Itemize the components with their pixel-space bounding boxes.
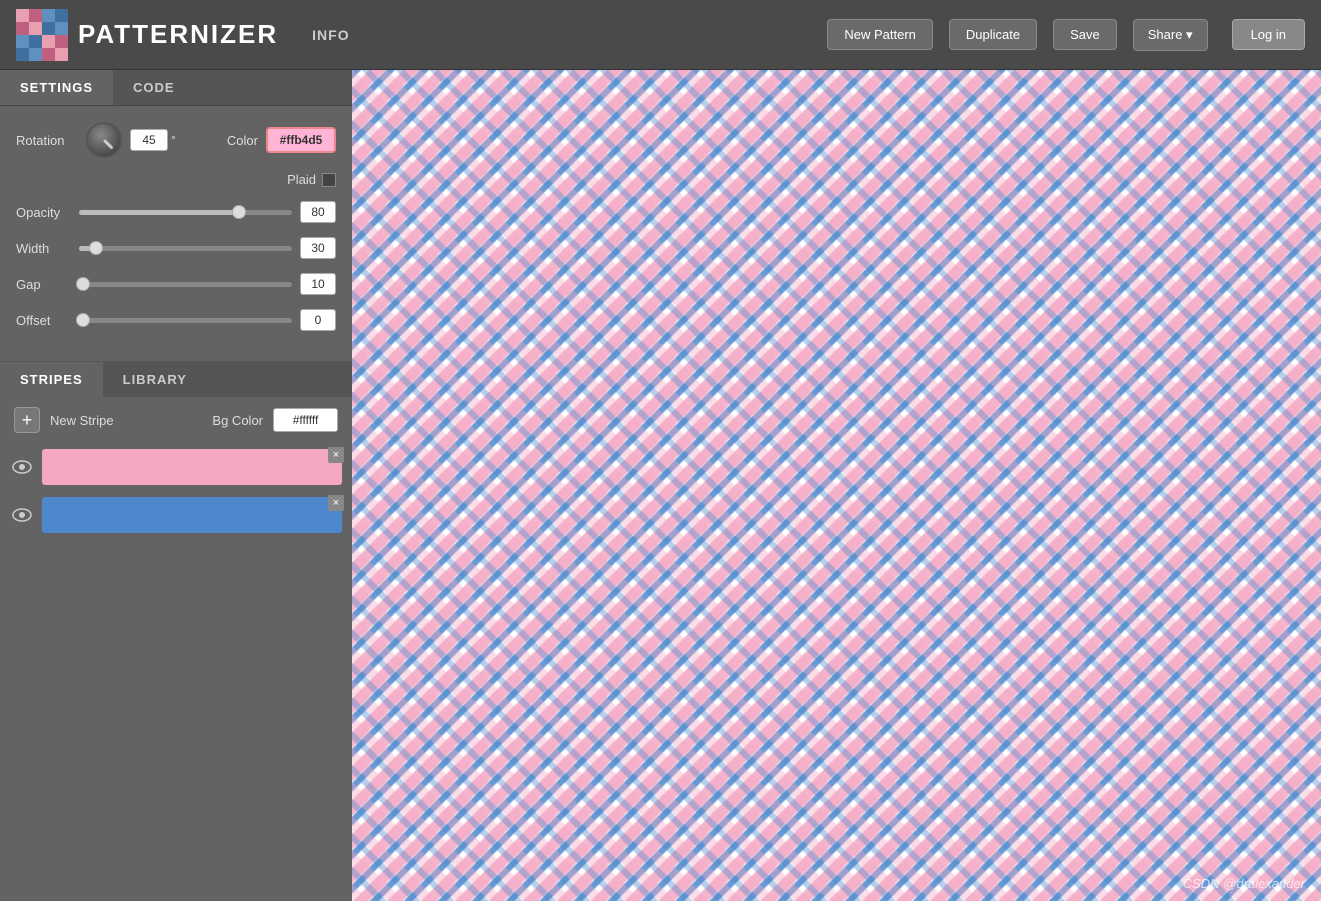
color-area: Color #ffb4d5 [227, 127, 336, 153]
logo-text: PATTERNIZER [78, 19, 278, 50]
offset-label: Offset [16, 313, 71, 328]
stripe-visibility-toggle[interactable] [10, 503, 34, 527]
stripes-tabs: STRIPES LIBRARY [0, 362, 352, 397]
gap-slider-thumb[interactable] [76, 277, 90, 291]
gap-row: Gap 10 [16, 273, 336, 295]
opacity-slider-thumb[interactable] [232, 205, 246, 219]
tab-code[interactable]: CODE [113, 70, 195, 105]
bg-color-input[interactable]: #ffffff [273, 408, 338, 432]
width-value[interactable]: 30 [300, 237, 336, 259]
opacity-value[interactable]: 80 [300, 201, 336, 223]
eye-icon [12, 460, 32, 474]
header: PATTERNIZER INFO New Pattern Duplicate S… [0, 0, 1321, 70]
tab-library[interactable]: LIBRARY [103, 362, 207, 397]
rotation-value[interactable]: 45 [130, 129, 168, 151]
save-button[interactable]: Save [1053, 19, 1117, 50]
offset-value[interactable]: 0 [300, 309, 336, 331]
info-button[interactable]: INFO [304, 23, 357, 47]
new-pattern-button[interactable]: New Pattern [827, 19, 933, 50]
settings-tabs: SETTINGS CODE [0, 70, 352, 106]
offset-slider-track[interactable] [79, 318, 292, 323]
opacity-row: Opacity 80 [16, 201, 336, 223]
stripe-close-button[interactable]: × [328, 495, 344, 511]
sidebar: SETTINGS CODE Rotation 45 ° Color #ffb4d… [0, 70, 352, 901]
rotation-label: Rotation [16, 133, 86, 148]
stripe-color-bar[interactable] [42, 449, 342, 485]
plaid-row: Plaid [16, 172, 336, 187]
rotation-color-row: Rotation 45 ° Color #ffb4d5 [16, 122, 336, 158]
color-input[interactable]: #ffb4d5 [266, 127, 336, 153]
width-label: Width [16, 241, 71, 256]
stripe-color-bar[interactable] [42, 497, 342, 533]
offset-slider-thumb[interactable] [76, 313, 90, 327]
offset-row: Offset 0 [16, 309, 336, 331]
opacity-label: Opacity [16, 205, 71, 220]
gap-label: Gap [16, 277, 71, 292]
stripe-visibility-toggle[interactable] [10, 455, 34, 479]
canvas-area: CSDN @dralexander [352, 70, 1321, 901]
gap-value[interactable]: 10 [300, 273, 336, 295]
share-button[interactable]: Share ▾ [1133, 19, 1208, 51]
rotation-knob[interactable] [86, 122, 122, 158]
stripes-toolbar: + New Stripe Bg Color #ffffff [0, 397, 352, 443]
width-row: Width 30 [16, 237, 336, 259]
gap-slider-track[interactable] [79, 282, 292, 287]
eye-icon [12, 508, 32, 522]
login-button[interactable]: Log in [1232, 19, 1305, 50]
duplicate-button[interactable]: Duplicate [949, 19, 1037, 50]
width-slider-track[interactable] [79, 246, 292, 251]
add-stripe-button[interactable]: + [14, 407, 40, 433]
logo-icon [16, 9, 68, 61]
degree-symbol: ° [171, 133, 176, 147]
tab-settings[interactable]: SETTINGS [0, 70, 113, 105]
plaid-area: Plaid [287, 172, 336, 187]
stripe-close-button[interactable]: × [328, 447, 344, 463]
plaid-label: Plaid [287, 172, 316, 187]
stripe-item: × [0, 491, 352, 539]
logo-area: PATTERNIZER [16, 9, 278, 61]
stripe-item: × [0, 443, 352, 491]
rotation-value-area: 45 ° [130, 129, 176, 151]
main-area: SETTINGS CODE Rotation 45 ° Color #ffb4d… [0, 70, 1321, 901]
rotation-area: 45 ° [86, 122, 176, 158]
plaid-checkbox[interactable] [322, 173, 336, 187]
opacity-slider-fill [79, 210, 239, 215]
new-stripe-label: New Stripe [50, 413, 114, 428]
width-slider-thumb[interactable] [89, 241, 103, 255]
bg-color-label: Bg Color [212, 413, 263, 428]
settings-panel: Rotation 45 ° Color #ffb4d5 Plaid [0, 106, 352, 361]
stripes-section: STRIPES LIBRARY + New Stripe Bg Color #f… [0, 361, 352, 539]
tab-stripes[interactable]: STRIPES [0, 362, 103, 397]
color-label: Color [227, 133, 258, 148]
pattern-canvas [352, 70, 1321, 901]
opacity-slider-track[interactable] [79, 210, 292, 215]
